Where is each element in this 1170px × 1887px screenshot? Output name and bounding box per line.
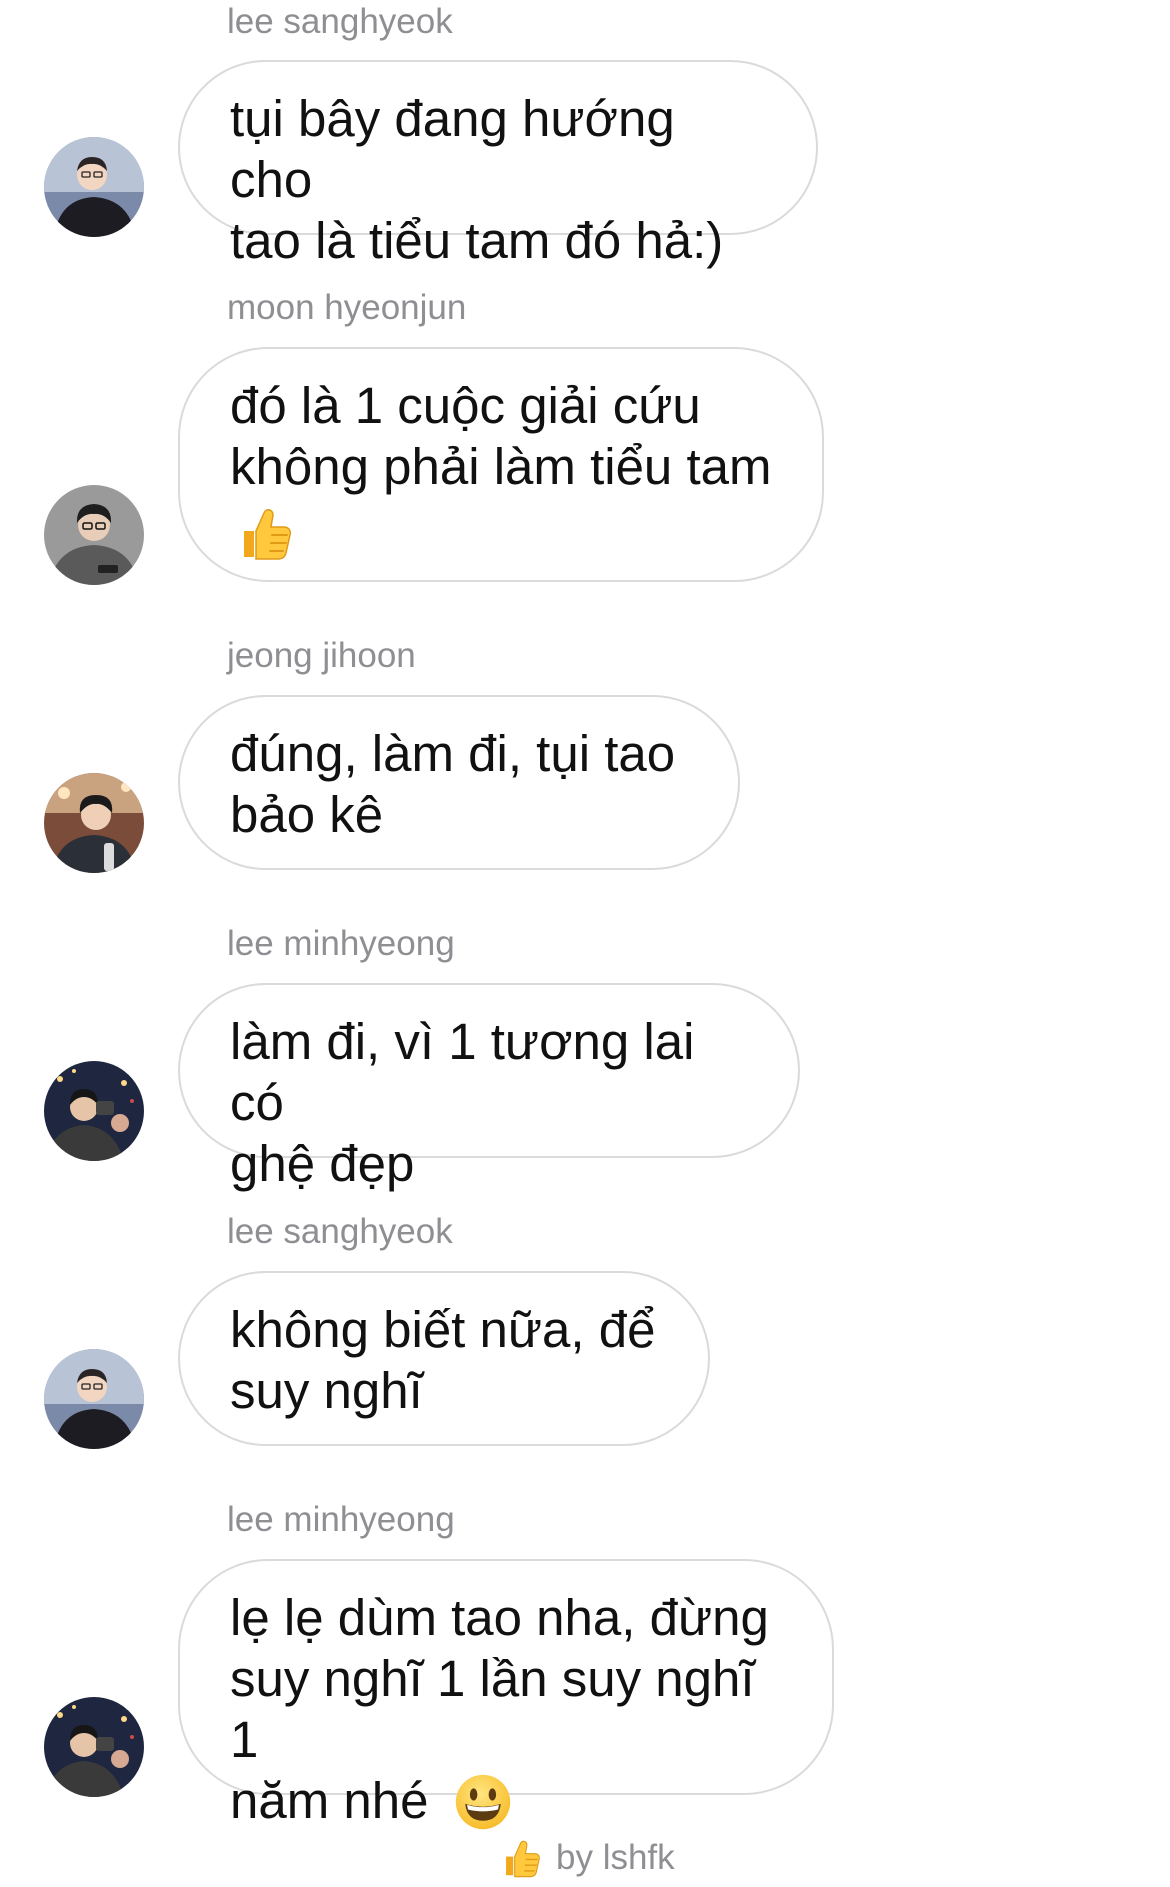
avatar-lee-minhyeong[interactable] <box>44 1697 144 1797</box>
message-text: đó là 1 cuộc giải cứu không phải làm tiể… <box>230 377 772 495</box>
avatar-lee-sanghyeok[interactable] <box>44 137 144 237</box>
message-bubble[interactable]: làm đi, vì 1 tương lai có ghệ đẹp <box>178 983 800 1192</box>
thumbs-up-icon <box>496 1835 542 1881</box>
sender-name: moon hyeonjun <box>227 288 467 327</box>
sender-name: jeong jihoon <box>227 636 416 675</box>
message-bubble[interactable]: lẹ lẹ dùm tao nha, đừng suy nghĩ 1 lần s… <box>178 1559 834 1829</box>
avatar-moon-hyeonjun[interactable] <box>44 485 144 585</box>
grinning-face-icon <box>453 1772 513 1832</box>
message-bubble[interactable]: đó là 1 cuộc giải cứu không phải làm tiể… <box>178 347 824 582</box>
message-text: làm đi, vì 1 tương lai có ghệ đẹp <box>230 1013 695 1192</box>
message-text: không biết nữa, để suy nghĩ <box>230 1301 656 1419</box>
thumbs-up-icon <box>230 501 294 565</box>
message-bubble[interactable]: đúng, làm đi, tụi tao bảo kê <box>178 695 740 870</box>
message-text: đúng, làm đi, tụi tao bảo kê <box>230 725 676 843</box>
avatar-jeong-jihoon[interactable] <box>44 773 144 873</box>
sender-name: lee sanghyeok <box>227 2 453 41</box>
message-text: tụi bây đang hướng cho tao là tiểu tam đ… <box>230 90 724 269</box>
credit-footer: by lshfk <box>496 1830 675 1886</box>
credit-text: by lshfk <box>556 1838 675 1877</box>
message-bubble[interactable]: tụi bây đang hướng cho tao là tiểu tam đ… <box>178 60 818 269</box>
sender-name: lee sanghyeok <box>227 1212 453 1251</box>
avatar-lee-minhyeong[interactable] <box>44 1061 144 1161</box>
avatar-lee-sanghyeok[interactable] <box>44 1349 144 1449</box>
sender-name: lee minhyeong <box>227 1500 455 1539</box>
message-bubble[interactable]: không biết nữa, để suy nghĩ <box>178 1271 710 1446</box>
sender-name: lee minhyeong <box>227 924 455 963</box>
